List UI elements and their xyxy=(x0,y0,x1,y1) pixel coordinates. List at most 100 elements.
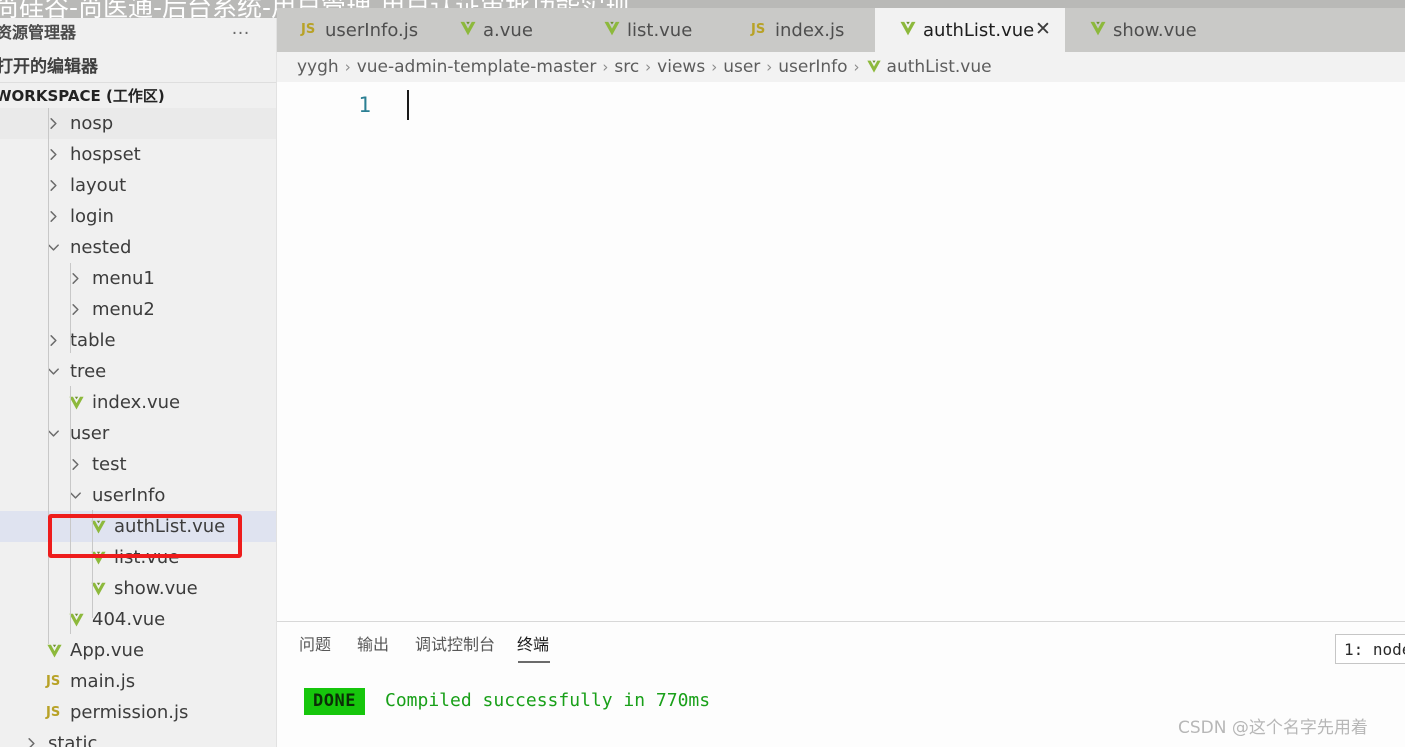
indent-guide xyxy=(48,108,49,644)
breadcrumb[interactable]: yygh › vue-admin-template-master › src › views… xyxy=(277,52,1405,82)
vue-file-icon xyxy=(899,21,917,37)
tree-item-label: nested xyxy=(70,237,132,258)
tree-item-label: permission.js xyxy=(70,702,189,723)
tree-item[interactable]: menu2 xyxy=(0,294,276,325)
terminal-selector-label: 1: node xyxy=(1344,640,1405,659)
tree-item-selected[interactable]: authList.vue xyxy=(0,511,276,542)
panel-tab[interactable]: 调试控制台 xyxy=(415,634,495,656)
tree-item[interactable]: test xyxy=(0,449,276,480)
js-file-icon: JS xyxy=(751,22,766,37)
tree-item-label: tree xyxy=(70,361,107,382)
section-open-editors[interactable]: 打开的编辑器 xyxy=(0,56,276,83)
js-file-icon: JS xyxy=(46,674,61,689)
breadcrumb-segment[interactable]: userInfo xyxy=(778,57,847,77)
tree-item-label: static xyxy=(48,733,98,747)
editor-tab-label: a.vue xyxy=(483,20,533,41)
tree-item-label: list.vue xyxy=(114,547,180,568)
js-file-icon: JS xyxy=(301,22,316,37)
editor-tab-label: index.js xyxy=(775,20,845,41)
tree-item-label: test xyxy=(92,454,127,475)
tree-item[interactable]: static xyxy=(0,728,276,747)
tree-item[interactable]: JS permission.js xyxy=(0,697,276,728)
tree-item-label: login xyxy=(70,206,114,227)
tree-item-label: userInfo xyxy=(92,485,166,506)
terminal-selector-dropdown[interactable]: 1: node xyxy=(1335,634,1405,664)
chevron-right-icon[interactable] xyxy=(24,736,39,747)
file-tree[interactable]: nosp hospset layout login nested menu1 menu2 ta… xyxy=(0,108,276,747)
editor-tab-label: show.vue xyxy=(1113,20,1197,41)
tree-item[interactable]: 404.vue xyxy=(0,604,276,635)
tree-item-label: menu2 xyxy=(92,299,155,320)
vue-file-icon xyxy=(459,21,477,37)
breadcrumb-separator-icon: › xyxy=(711,58,718,76)
watermark: CSDN @这个名字先用着 xyxy=(1178,718,1368,738)
editor-tab[interactable]: JS index.js xyxy=(727,8,875,52)
sidebar-explorer: 资源管理器 … 打开的编辑器 WORKSPACE (工作区) nosp hosps… xyxy=(0,18,277,747)
tree-item[interactable]: layout xyxy=(0,170,276,201)
tree-item[interactable]: show.vue xyxy=(0,573,276,604)
editor-tab[interactable]: list.vue xyxy=(579,8,727,52)
tree-item-label: App.vue xyxy=(70,640,145,661)
tree-item-label: menu1 xyxy=(92,268,155,289)
close-icon[interactable]: ✕ xyxy=(1033,20,1053,40)
breadcrumb-segment[interactable]: yygh xyxy=(297,57,339,77)
more-actions-icon[interactable]: … xyxy=(228,19,254,44)
vue-file-icon xyxy=(1089,21,1107,37)
breadcrumb-segment[interactable]: src xyxy=(614,57,639,77)
breadcrumb-separator-icon: › xyxy=(766,58,773,76)
tree-item-label: table xyxy=(70,330,116,351)
editor-tab[interactable]: JS userInfo.js xyxy=(277,8,435,52)
vue-file-icon xyxy=(603,21,621,37)
workspace-label: WORKSPACE (工作区) xyxy=(0,87,165,105)
breadcrumb-path: yygh › vue-admin-template-master › src › views… xyxy=(297,55,992,79)
tree-item[interactable]: login xyxy=(0,201,276,232)
tree-item[interactable]: userInfo xyxy=(0,480,276,511)
panel-tab[interactable]: 输出 xyxy=(357,634,389,656)
editor-tab-active[interactable]: authList.vue ✕ xyxy=(875,8,1065,52)
tree-item[interactable]: App.vue xyxy=(0,635,276,666)
tree-item[interactable]: list.vue xyxy=(0,542,276,573)
sidebar-header: 资源管理器 … xyxy=(0,18,276,50)
editor-tab-label: userInfo.js xyxy=(325,20,419,41)
tree-item[interactable]: hospset xyxy=(0,139,276,170)
text-caret xyxy=(407,90,409,120)
section-workspace[interactable]: WORKSPACE (工作区) xyxy=(0,86,276,110)
editor-tab[interactable]: show.vue xyxy=(1065,8,1229,52)
tree-item[interactable]: tree xyxy=(0,356,276,387)
breadcrumb-file[interactable]: authList.vue xyxy=(887,57,992,77)
tree-item[interactable]: menu1 xyxy=(0,263,276,294)
explorer-title: 资源管理器 xyxy=(0,23,77,42)
breadcrumb-separator-icon: › xyxy=(602,58,609,76)
tree-item[interactable]: nosp xyxy=(0,108,276,139)
tree-item-label: nosp xyxy=(70,113,114,134)
breadcrumb-segment[interactable]: user xyxy=(723,57,760,77)
panel-tab[interactable]: 问题 xyxy=(299,634,331,656)
breadcrumb-segment[interactable]: views xyxy=(657,57,705,77)
tree-item[interactable]: table xyxy=(0,325,276,356)
tree-item-label: layout xyxy=(70,175,127,196)
code-editor[interactable]: 1 xyxy=(277,82,1405,621)
editor-tab-bar[interactable]: JS userInfo.js a.vue list.vue JS index.js auth… xyxy=(277,8,1405,52)
build-status-message: Compiled successfully in 770ms xyxy=(385,690,711,711)
panel-tab-active[interactable]: 终端 xyxy=(517,634,551,663)
tree-item[interactable]: index.vue xyxy=(0,387,276,418)
tree-item[interactable]: nested xyxy=(0,232,276,263)
breadcrumb-segment[interactable]: vue-admin-template-master xyxy=(357,57,597,77)
breadcrumb-separator-icon: › xyxy=(853,58,860,76)
tree-item[interactable]: user xyxy=(0,418,276,449)
tree-item-label: main.js xyxy=(70,671,136,692)
editor-tab-label: authList.vue xyxy=(923,20,1035,41)
panel-tab-list[interactable]: 问题 输出 调试控制台 终端 xyxy=(277,622,1405,664)
tree-item-label: user xyxy=(70,423,110,444)
js-file-icon: JS xyxy=(46,705,61,720)
breadcrumb-separator-icon: › xyxy=(645,58,652,76)
indent-guide xyxy=(70,386,71,634)
vue-file-icon xyxy=(46,644,63,659)
tree-item[interactable]: JS main.js xyxy=(0,666,276,697)
editor-tab[interactable]: a.vue xyxy=(435,8,579,52)
build-status-badge: DONE xyxy=(304,688,365,715)
breadcrumb-separator-icon: › xyxy=(344,58,351,76)
open-editors-label: 打开的编辑器 xyxy=(0,57,98,77)
vscode-window: 尚硅谷-尚医通-后台系统-用户管理-用户认证审批功能实现 资源管理器 … 打开的… xyxy=(0,0,1405,747)
line-number: 1 xyxy=(358,93,371,117)
